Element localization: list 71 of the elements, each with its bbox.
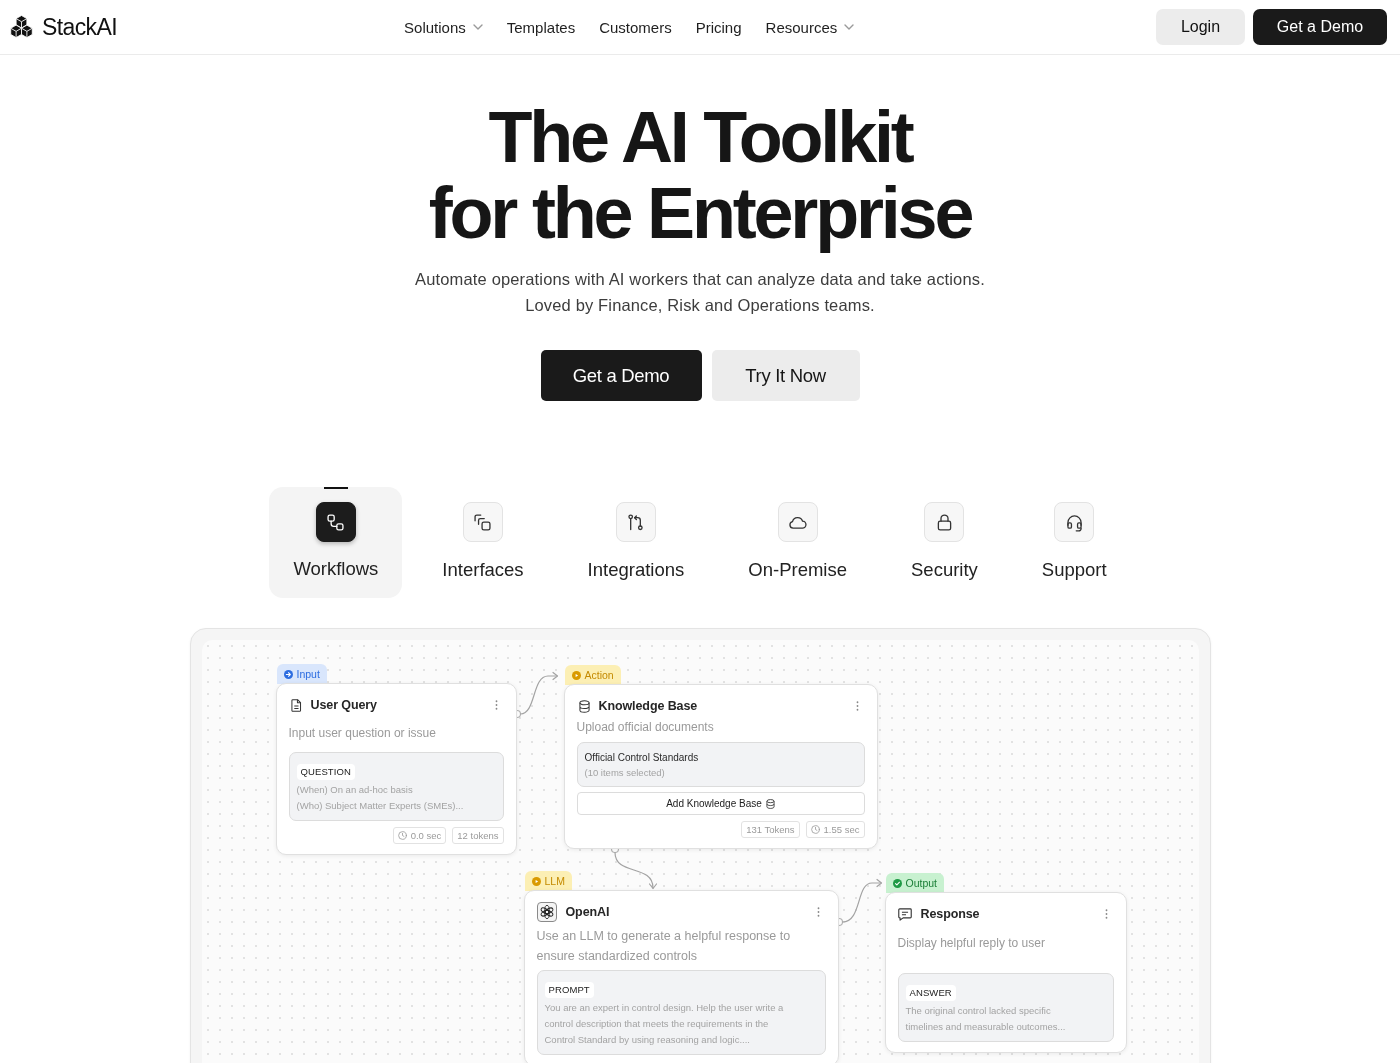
message-icon — [897, 907, 912, 921]
tag-label: Input — [296, 668, 320, 680]
tab-marker-icon — [323, 487, 348, 489]
cloud-icon — [777, 502, 818, 542]
node-title: Knowledge Base — [598, 699, 699, 713]
node-card[interactable]: User Query Input user question or issue QUESTION (When) On an ad-hoc basis (Who) Subject Matter Experts (SMEs)... 0.0 sec 12 tokens — [275, 683, 517, 855]
node-card[interactable]: Response Display helpful reply to user ANSWER The original control lacked specific timelines and measurable outcomes... — [884, 892, 1127, 1053]
field-text: (10 items selected) — [584, 766, 666, 780]
primary-button[interactable]: Get a Demo — [540, 350, 702, 401]
tag-label: Output — [905, 877, 938, 889]
feature-tab[interactable]: Security — [887, 487, 1002, 598]
node-description: Upload official documents — [576, 719, 715, 735]
more-options-icon[interactable] — [494, 699, 498, 711]
nav-link[interactable]: Templates — [506, 18, 576, 36]
stat-value: 131 Tokens — [746, 824, 795, 835]
clock-icon — [397, 831, 407, 840]
feature-tab[interactable]: Support — [1017, 487, 1131, 598]
stat-value: 0.0 sec — [410, 830, 442, 841]
stacked-squares-icon — [463, 502, 503, 542]
more-options-icon[interactable] — [1104, 908, 1108, 920]
home-link[interactable]: StackAI — [8, 13, 118, 41]
headset-icon — [1054, 502, 1095, 542]
field-text: The original control lacked specific timelines and measurable outcomes... — [905, 1004, 1067, 1034]
node-card[interactable] — [523, 890, 839, 1063]
feature-tab[interactable]: On-Premise — [724, 487, 871, 598]
nav-link[interactable]: Customers — [599, 18, 672, 36]
stat-value: 12 tokens — [457, 830, 499, 841]
feature-tab[interactable]: Integrations — [563, 487, 709, 598]
node-title: Response — [920, 907, 981, 921]
field-label: PROMPT — [544, 982, 594, 998]
nav-link[interactable]: Pricing — [695, 18, 742, 36]
node-description: Input user question or issue — [288, 725, 437, 741]
field-text: You are an expert in control design. Help the user write a control description that meets the requirements in the Control Standard by using reasoning and logic.... — [544, 1001, 785, 1047]
document-icon — [290, 698, 302, 712]
hero-subtitle: Automate operations with AI workers that can analyze data and take actions. Loved by Finance, Risk and Operations teams. — [414, 269, 986, 316]
database-icon — [578, 699, 590, 713]
lock-icon — [924, 502, 965, 542]
check-circle-icon — [892, 878, 902, 888]
play-circle-icon — [571, 670, 581, 680]
primary-button[interactable]: Get a Demo — [1253, 9, 1387, 45]
more-options-icon[interactable] — [855, 700, 859, 712]
add-source-button[interactable]: Add Knowledge Base — [576, 792, 865, 815]
node-title: User Query — [310, 698, 378, 712]
secondary-button[interactable]: Login — [1156, 9, 1245, 45]
field-text: (Who) Subject Matter Experts (SMEs)... — [296, 799, 465, 813]
hero-title: The AI Toolkit for the Enterprise — [427, 99, 973, 251]
nav-link[interactable]: Resources — [765, 18, 855, 36]
branch-icon — [615, 502, 656, 542]
node-title: OpenAI — [565, 905, 611, 919]
cubes-logo-icon — [8, 14, 35, 40]
arrow-circle-icon — [283, 669, 293, 679]
node-description: Use an LLM to generate a helpful response to ensure standardized controls — [536, 928, 792, 965]
tag-label: LLM — [544, 875, 565, 887]
stat-value: 1.55 sec — [823, 824, 860, 835]
field-label: Official Control Standards — [584, 751, 700, 765]
node-description: Display helpful reply to user — [897, 935, 1046, 951]
clock-icon — [810, 825, 820, 834]
linked-squares-icon — [315, 502, 356, 542]
node-card[interactable]: Knowledge Base Upload official documents Official Control Standards (10 items selected) Add Knowledge Base 131 Tokens 1.55 sec — [563, 684, 878, 849]
tag-label: Action — [584, 669, 614, 681]
swirl-logo-icon — [536, 902, 557, 922]
field-label: ANSWER — [905, 985, 956, 1001]
feature-tab[interactable]: Workflows — [269, 487, 403, 598]
secondary-button[interactable]: Try It Now — [711, 350, 860, 401]
nav-link[interactable]: Solutions — [404, 18, 483, 36]
play-circle-icon — [531, 876, 541, 886]
database-icon — [765, 798, 775, 809]
more-options-icon[interactable] — [816, 906, 820, 918]
field-label: QUESTION — [296, 764, 355, 780]
field-text: (When) On an ad-hoc basis — [296, 783, 414, 797]
feature-tab[interactable]: Interfaces — [418, 487, 548, 598]
